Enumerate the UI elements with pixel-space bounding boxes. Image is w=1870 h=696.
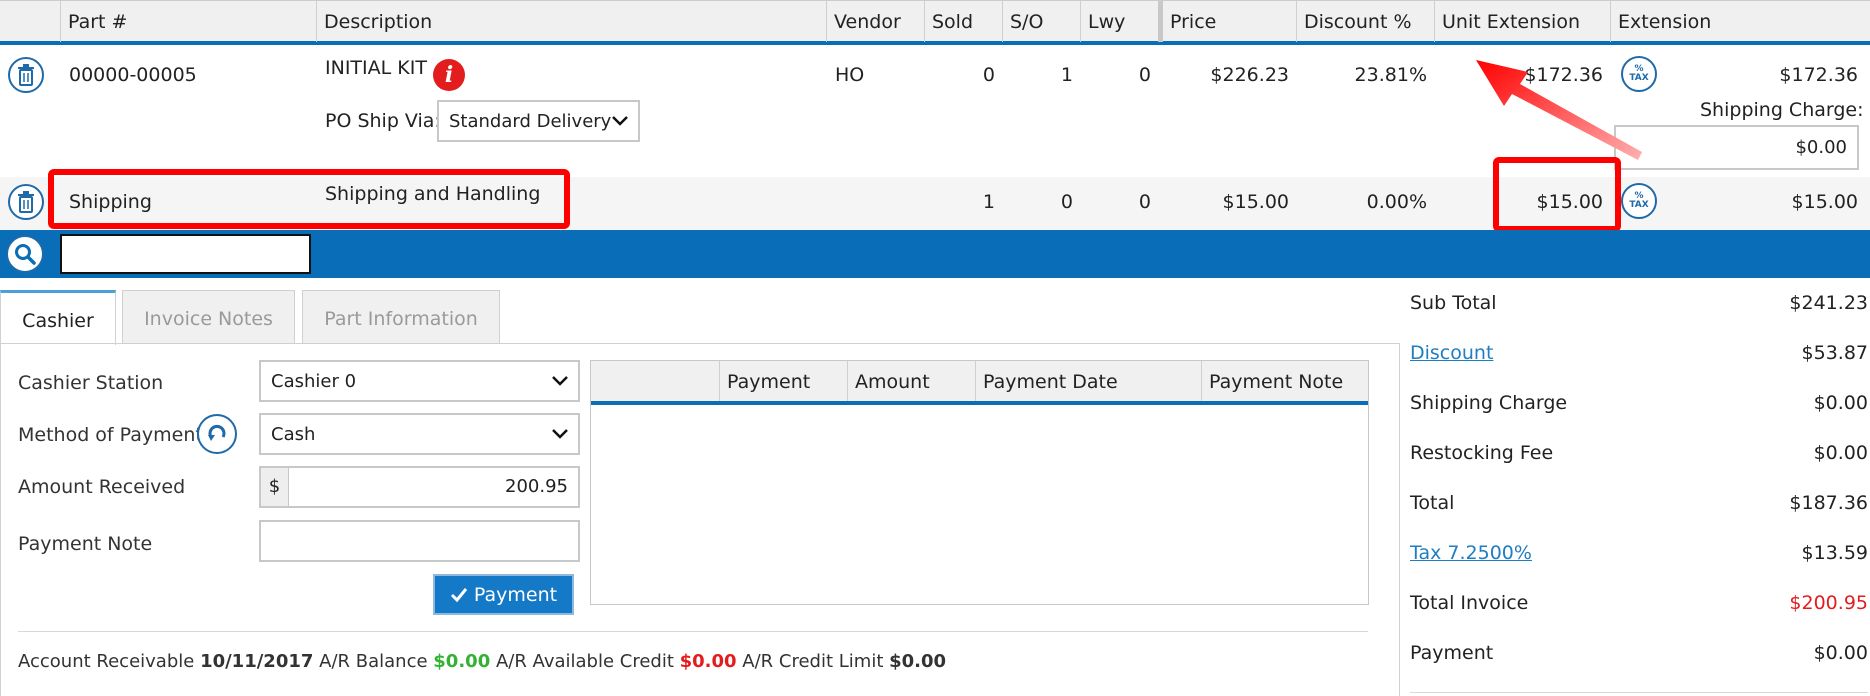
ar-available: $0.00	[679, 651, 737, 672]
payment-header-payment[interactable]: Payment	[719, 361, 847, 401]
check-icon	[450, 587, 468, 602]
payment-grid-header: Payment Amount Payment Date Payment Note	[591, 361, 1368, 405]
payment-grid: Payment Amount Payment Date Payment Note	[590, 360, 1369, 605]
header-part[interactable]: Part #	[60, 1, 316, 42]
payment-note-label: Payment Note	[18, 533, 153, 555]
grid-header: Part # Description Vendor Sold S/O Lwy P…	[0, 0, 1870, 45]
search-bar	[0, 230, 1870, 278]
method-of-payment-select[interactable]: Cash	[259, 413, 580, 455]
highlight-box	[48, 169, 570, 229]
ar-balance-label: A/R Balance	[319, 651, 428, 672]
trash-icon[interactable]	[8, 57, 44, 93]
search-icon[interactable]	[6, 235, 44, 273]
summary-label: Shipping Charge	[1410, 392, 1568, 414]
payment-button-label: Payment	[473, 583, 558, 606]
summary-value: $0.00	[1813, 642, 1868, 664]
discount: 0.00%	[1366, 191, 1427, 213]
summary-value: $200.95	[1789, 592, 1868, 614]
tax-link[interactable]: Tax 7.2500%	[1410, 542, 1532, 564]
summary-label: Restocking Fee	[1410, 442, 1554, 464]
payment-header-blank	[591, 361, 719, 401]
summary-value: $0.00	[1813, 442, 1868, 464]
ar-limit-label: A/R Credit Limit	[742, 651, 884, 672]
annotation-arrow	[1476, 60, 1642, 160]
header-so[interactable]: S/O	[1002, 1, 1080, 42]
amount-received-label: Amount Received	[18, 476, 186, 498]
refresh-icon[interactable]	[197, 414, 237, 454]
description: INITIAL KIT	[325, 57, 427, 79]
method-of-payment-value: Cash	[271, 423, 316, 445]
ar-date: 10/11/2017	[200, 651, 314, 672]
sold: 0	[982, 64, 995, 86]
shipping-charge-value: $0.00	[1795, 137, 1847, 158]
shipping-charge-input[interactable]: $0.00	[1614, 125, 1859, 170]
shipping-charge-label: Shipping Charge:	[1700, 99, 1864, 121]
discount: 23.81%	[1354, 64, 1427, 86]
search-input[interactable]	[60, 234, 311, 274]
po-ship-value: Standard Delivery	[449, 110, 612, 132]
vendor: HO	[835, 64, 865, 86]
cashier-station-select[interactable]: Cashier 0	[259, 360, 580, 402]
payment-note-input[interactable]	[259, 520, 580, 562]
chevron-down-icon	[552, 429, 568, 439]
header-vendor[interactable]: Vendor	[826, 1, 924, 42]
cashier-station-value: Cashier 0	[271, 370, 357, 392]
so: 0	[1060, 191, 1073, 213]
tax-icon[interactable]: % TAX	[1621, 183, 1657, 219]
ar-label: Account Receivable	[18, 651, 195, 672]
header-sold[interactable]: Sold	[924, 1, 1002, 42]
header-unit-extension[interactable]: Unit Extension	[1434, 1, 1610, 42]
method-of-payment-label: Method of Payment	[18, 424, 203, 446]
payment-button[interactable]: Payment	[433, 574, 574, 615]
ar-balance: $0.00	[433, 651, 491, 672]
header-blank	[0, 1, 60, 42]
summary-label: Sub Total	[1410, 292, 1497, 314]
trash-icon[interactable]	[8, 184, 44, 220]
po-ship-select[interactable]: Standard Delivery	[437, 100, 640, 142]
header-lwy[interactable]: Lwy	[1080, 1, 1158, 42]
chevron-down-icon	[612, 116, 628, 126]
tab-cashier[interactable]: Cashier	[0, 290, 116, 345]
payment-header-date[interactable]: Payment Date	[975, 361, 1201, 401]
so: 1	[1060, 64, 1073, 86]
amount-received-input[interactable]: $ 200.95	[259, 466, 580, 508]
discount-link[interactable]: Discount	[1410, 342, 1493, 364]
summary-value: $187.36	[1789, 492, 1868, 514]
tab-invoice-notes[interactable]: Invoice Notes	[122, 290, 295, 344]
header-price[interactable]: Price	[1158, 1, 1296, 42]
sold: 1	[982, 191, 995, 213]
payment-header-note[interactable]: Payment Note	[1201, 361, 1368, 401]
extension: $172.36	[1779, 64, 1858, 86]
header-discount[interactable]: Discount %	[1296, 1, 1434, 42]
payment-header-amount[interactable]: Amount	[847, 361, 975, 401]
price: $15.00	[1222, 191, 1289, 213]
tab-part-information[interactable]: Part Information	[302, 290, 500, 344]
ar-available-label: A/R Available Credit	[495, 651, 674, 672]
lwy: 0	[1138, 64, 1151, 86]
lwy: 0	[1138, 191, 1151, 213]
po-ship-label: PO Ship Via:	[325, 110, 441, 132]
info-icon[interactable]: i	[433, 59, 465, 91]
chevron-down-icon	[552, 376, 568, 386]
cashier-station-label: Cashier Station	[18, 372, 164, 394]
summary-value: $241.23	[1789, 292, 1868, 314]
summary-value: $53.87	[1801, 342, 1868, 364]
extension: $15.00	[1791, 191, 1858, 213]
currency-symbol: $	[261, 468, 289, 506]
divider	[18, 631, 1368, 632]
part-number: 00000-00005	[69, 64, 197, 86]
summary-value: $13.59	[1801, 542, 1868, 564]
summary-label: Total Invoice	[1410, 592, 1529, 614]
price: $226.23	[1210, 64, 1289, 86]
ar-line: Account Receivable 10/11/2017 A/R Balanc…	[18, 651, 946, 672]
summary-label: Total	[1410, 492, 1455, 514]
header-description[interactable]: Description	[316, 1, 826, 42]
summary-label: Payment	[1410, 642, 1494, 664]
summary-value: $0.00	[1813, 392, 1868, 414]
ar-limit: $0.00	[889, 651, 947, 672]
divider	[1410, 692, 1868, 693]
header-extension[interactable]: Extension	[1610, 1, 1870, 42]
amount-received-value: 200.95	[505, 476, 568, 497]
